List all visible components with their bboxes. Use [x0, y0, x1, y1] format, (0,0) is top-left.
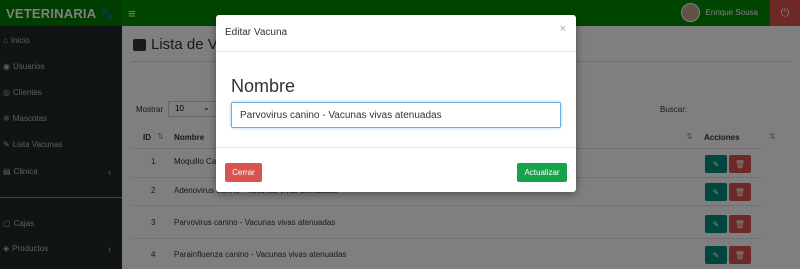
name-field[interactable] — [231, 102, 561, 128]
modal-divider — [216, 147, 576, 148]
modal-divider — [216, 51, 576, 52]
modal-title: Editar Vacuna — [225, 27, 288, 38]
name-field-label: Nombre — [231, 76, 296, 96]
update-button[interactable]: Actualizar — [517, 163, 567, 182]
close-button[interactable]: Cerrar — [225, 163, 262, 182]
edit-vaccine-modal: Editar Vacuna × Nombre Cerrar Actualizar — [216, 15, 576, 192]
close-icon[interactable]: × — [560, 23, 566, 35]
